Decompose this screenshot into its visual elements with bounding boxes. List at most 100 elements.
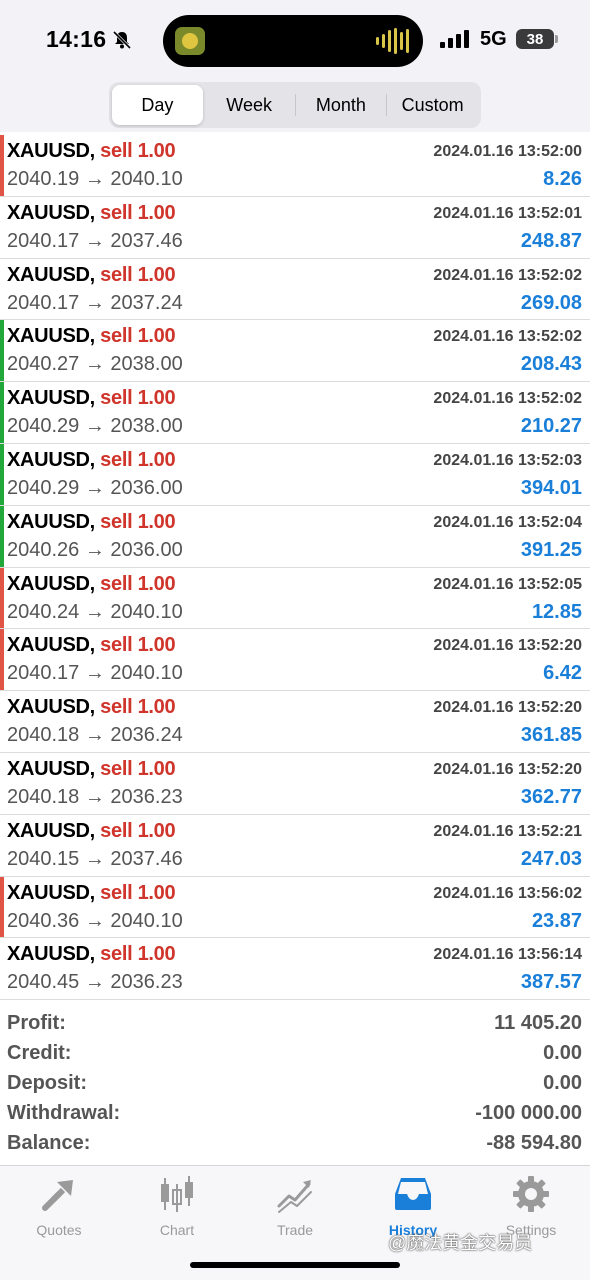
close-price: 2040.10 [110, 909, 183, 932]
tab-day[interactable]: Day [112, 85, 203, 125]
trade-profit: 361.85 [520, 724, 582, 747]
trade-datetime: 2024.01.16 13:52:00 [433, 143, 582, 160]
close-price: 2038.00 [110, 415, 183, 438]
trade-datetime: 2024.01.16 13:56:02 [433, 884, 582, 902]
trade-side: sell 1.00 [100, 263, 176, 286]
symbol-name: XAUUSD [7, 634, 90, 657]
trade-row[interactable]: XAUUSD, sell 1.00 2024.01.16 13:52:02 2040… [0, 259, 590, 321]
close-price: 2036.00 [110, 538, 183, 561]
trade-row[interactable]: XAUUSD, sell 1.00 2024.01.16 13:52:04 2040… [0, 505, 590, 568]
trade-prices: 2040.19 → 2040.10 [7, 168, 183, 191]
close-price: 2037.46 [110, 229, 183, 252]
trade-status-marker [0, 567, 4, 629]
open-price: 2040.27 [7, 353, 80, 376]
arrow-icon: → [84, 415, 105, 438]
trade-prices: 2040.17 → 2037.24 [7, 292, 183, 315]
summary-label: Profit: [7, 1012, 66, 1034]
trade-row[interactable]: XAUUSD, sell 1.00 2024.01.16 13:52:02 2040… [0, 382, 590, 444]
close-price: 2036.00 [110, 476, 183, 499]
trade-side: sell 1.00 [100, 696, 176, 719]
trade-datetime: 2024.01.16 13:52:03 [433, 451, 582, 469]
symbol-name: XAUUSD [7, 201, 90, 224]
trade-row[interactable]: XAUUSD, sell 1.00 2024.01.16 13:52:21 2040… [0, 815, 590, 877]
trade-side: sell 1.00 [100, 819, 176, 842]
trade-profit: 8.26 [543, 168, 582, 190]
home-indicator[interactable] [190, 1262, 400, 1268]
symbol-name: XAUUSD [7, 757, 90, 780]
trade-datetime: 2024.01.16 13:52:02 [433, 266, 582, 284]
trade-prices: 2040.29 → 2038.00 [7, 415, 183, 438]
trade-row[interactable]: XAUUSD, sell 1.00 2024.01.16 13:52:00 2040… [0, 135, 590, 197]
trade-row[interactable]: XAUUSD, sell 1.00 2024.01.16 13:52:20 2040… [0, 691, 590, 753]
trade-side: sell 1.00 [100, 510, 176, 533]
trade-row[interactable]: XAUUSD, sell 1.00 2024.01.16 13:52:02 2040… [0, 320, 590, 383]
arrow-icon: → [84, 538, 105, 561]
trade-symbol: XAUUSD, sell 1.00 [7, 325, 176, 348]
summary-value: 0.00 [543, 1042, 582, 1064]
tab-trade[interactable]: Trade [236, 1174, 354, 1244]
trade-datetime: 2024.01.16 13:52:02 [433, 390, 582, 408]
open-price: 2040.17 [7, 291, 80, 314]
close-price: 2036.23 [110, 785, 183, 808]
trade-side: sell 1.00 [100, 201, 176, 224]
inbox-icon [395, 1178, 431, 1210]
symbol-name: XAUUSD [7, 819, 90, 842]
summary-row: Profit: 11 405.20 [0, 1010, 590, 1040]
arrow-icon: → [84, 291, 105, 314]
symbol-name: XAUUSD [7, 943, 90, 966]
trade-symbol: XAUUSD, sell 1.00 [7, 634, 176, 657]
arrow-icon: → [84, 353, 105, 376]
tab-month[interactable]: Month [296, 85, 387, 125]
tab-chart[interactable]: Chart [118, 1174, 236, 1244]
app-avatar-icon [175, 27, 205, 55]
trade-side: sell 1.00 [100, 634, 176, 657]
arrow-icon: → [84, 476, 105, 499]
bell-muted-icon [112, 30, 132, 50]
trade-datetime: 2024.01.16 13:52:01 [433, 204, 582, 222]
trade-profit: 210.27 [520, 415, 582, 438]
open-price: 2040.26 [7, 538, 80, 561]
trade-profit: 269.08 [520, 291, 582, 314]
trade-datetime: 2024.01.16 13:56:14 [433, 946, 582, 964]
trade-prices: 2040.26 → 2036.00 [7, 539, 183, 562]
arrow-icon: → [84, 724, 105, 747]
open-price: 2040.17 [7, 662, 80, 685]
tab-week[interactable]: Week [204, 85, 295, 125]
period-selector-bar: Day Week Month Custom [0, 80, 590, 132]
trade-symbol: XAUUSD, sell 1.00 [7, 757, 176, 780]
trade-symbol: XAUUSD, sell 1.00 [7, 263, 176, 286]
trade-row[interactable]: XAUUSD, sell 1.00 2024.01.16 13:52:20 2040… [0, 629, 590, 692]
trade-symbol: XAUUSD, sell 1.00 [7, 881, 176, 904]
arrow-icon: → [84, 785, 105, 808]
open-price: 2040.18 [7, 785, 80, 808]
tab-custom[interactable]: Custom [387, 85, 478, 125]
close-price: 2036.24 [110, 724, 183, 747]
trade-profit: 12.85 [531, 600, 582, 623]
symbol-name: XAUUSD [7, 572, 90, 595]
trade-row[interactable]: XAUUSD, sell 1.00 2024.01.16 13:52:01 2040… [0, 197, 590, 259]
dynamic-island[interactable] [163, 15, 423, 67]
trade-row[interactable]: XAUUSD, sell 1.00 2024.01.16 13:52:20 2040… [0, 753, 590, 815]
battery-icon: 38 [516, 29, 554, 49]
open-price: 2040.19 [7, 168, 80, 190]
trade-prices: 2040.27 → 2038.00 [7, 353, 183, 376]
trade-prices: 2040.18 → 2036.24 [7, 724, 183, 747]
trade-status-marker [0, 876, 4, 938]
tab-quotes[interactable]: Quotes [0, 1174, 118, 1244]
period-segmented-control: Day Week Month Custom [109, 82, 481, 128]
summary-row: Deposit: 0.00 [0, 1070, 590, 1100]
trade-symbol: XAUUSD, sell 1.00 [7, 387, 176, 410]
status-bar: 14:16 5G 38 [0, 0, 590, 80]
trade-row[interactable]: XAUUSD, sell 1.00 2024.01.16 13:56:14 2040… [0, 938, 590, 1001]
summary-label: Withdrawal: [7, 1102, 121, 1124]
trade-status-marker [0, 629, 4, 691]
trade-row[interactable]: XAUUSD, sell 1.00 2024.01.16 13:56:02 2040… [0, 876, 590, 939]
close-price: 2040.10 [110, 168, 183, 190]
trade-prices: 2040.18 → 2036.23 [7, 786, 183, 809]
trade-row[interactable]: XAUUSD, sell 1.00 2024.01.16 13:52:05 2040… [0, 567, 590, 630]
summary-label: Credit: [7, 1042, 72, 1064]
summary-row: Balance: -88 594.80 [0, 1130, 590, 1160]
trade-status-marker [0, 505, 4, 567]
trade-row[interactable]: XAUUSD, sell 1.00 2024.01.16 13:52:03 2040… [0, 443, 590, 506]
trade-symbol: XAUUSD, sell 1.00 [7, 201, 176, 224]
